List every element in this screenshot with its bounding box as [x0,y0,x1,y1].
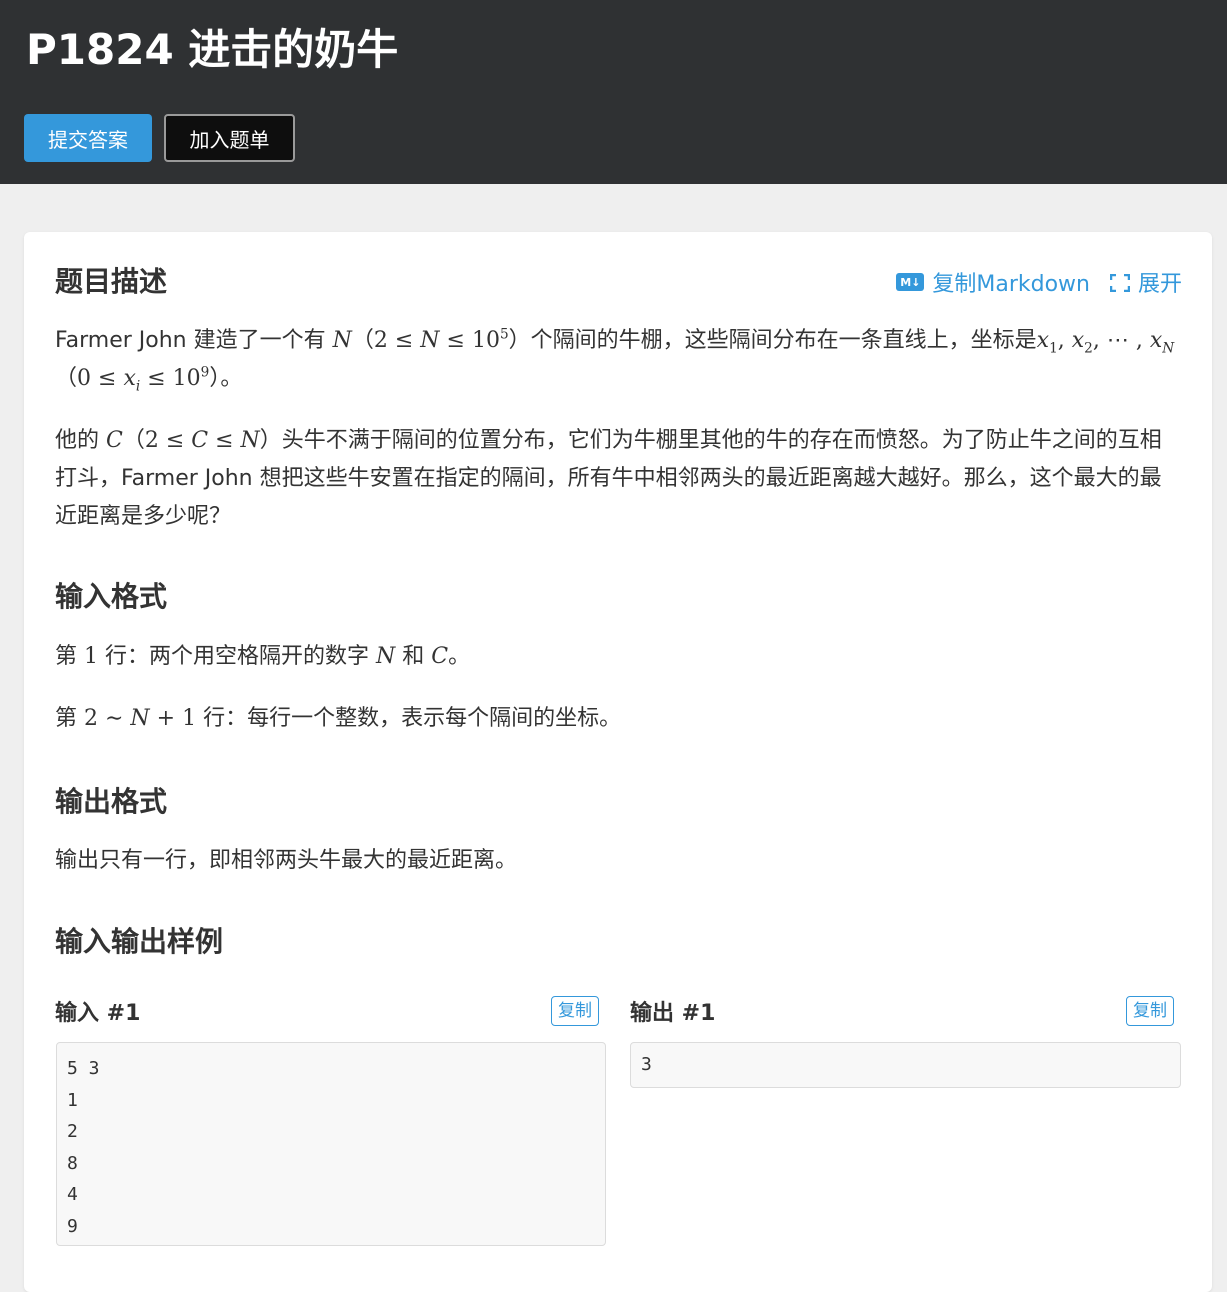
output-format-heading: 输出格式 [55,785,168,818]
sample-input-line: 8 [67,1152,78,1174]
sample-input-line: 5 3 [67,1058,100,1079]
page-header: P1824 进击的奶牛 提交答案 加入题单 [0,0,1227,184]
copy-markdown-link[interactable]: 复制Markdown [932,266,1090,298]
sample-input-line: 4 [67,1184,78,1205]
problem-card: M↓ 复制Markdown 展开 题目描述 Farmer John 建造了一个有… [24,232,1212,1292]
description-heading: 题目描述 [55,265,168,298]
copy-output-button[interactable]: 复制 [1126,996,1174,1026]
sample-output-lines: 3 [641,1049,1170,1081]
markdown-icon: M↓ [896,273,925,291]
sample-input-lines: 5 312849 [67,1053,595,1242]
expand-link[interactable]: 展开 [1138,266,1182,298]
sample-input-line: 9 [67,1215,78,1237]
output-format-text: 输出只有一行，即相邻两头牛最大的最近距离。 [55,848,518,873]
samples-heading: 输入输出样例 [55,925,224,958]
problem-title: P1824 进击的奶牛 [26,25,399,74]
add-to-list-button[interactable]: 加入题单 [164,114,295,162]
input-format-heading: 输入格式 [55,580,168,613]
description-paragraph-2: 他的 C（2 ≤ C ≤ N）头牛不满于隔间的位置分布，它们为牛棚里其他的牛的存… [55,428,1162,529]
sample-input-label: 输入 #1 [55,1001,141,1026]
description-paragraph-1: Farmer John 建造了一个有 N（2 ≤ N ≤ 105）个隔间的牛棚，… [55,326,1175,395]
sample-output-box[interactable]: 3 [630,1042,1181,1088]
sample-input-box[interactable]: 5 312849 [56,1042,606,1246]
sample-output-line: 3 [641,1054,652,1075]
input-format-line-1: 第 1 行：两个用空格隔开的数字 N 和 C。 [55,644,471,669]
sample-output-label: 输出 #1 [630,1001,716,1026]
copy-input-button[interactable]: 复制 [551,996,599,1026]
card-toolbar: M↓ 复制Markdown 展开 [896,266,1182,298]
sample-input-line: 2 [67,1121,78,1142]
submit-answer-button[interactable]: 提交答案 [24,114,152,162]
sample-input-line: 1 [67,1089,78,1111]
expand-icon[interactable] [1109,273,1131,293]
input-format-line-2: 第 2 ∼ N + 1 行：每行一个整数，表示每个隔间的坐标。 [55,706,622,731]
